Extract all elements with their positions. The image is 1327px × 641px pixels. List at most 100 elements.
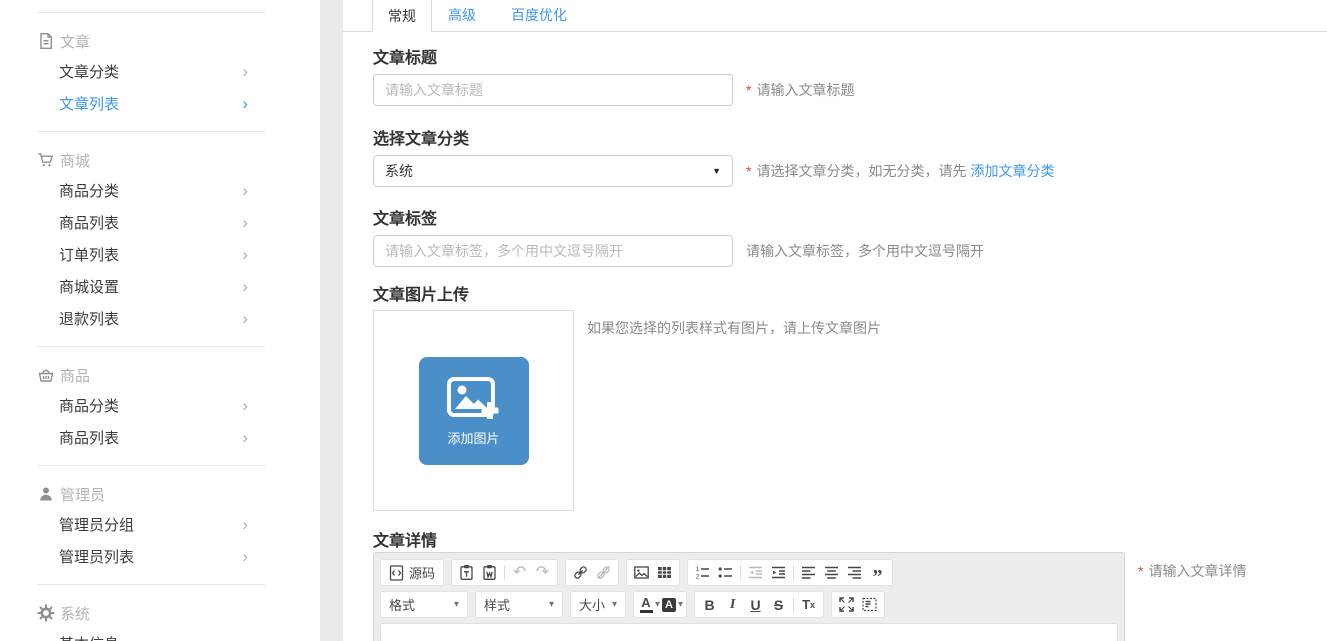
sidebar-item-mall-settings[interactable]: 商城设置 › xyxy=(0,270,320,302)
combo-arrow-icon: ▾ xyxy=(678,599,683,610)
chevron-right-icon: › xyxy=(242,278,248,295)
sidebar-section-product: 商品 xyxy=(0,361,320,389)
article-form: 文章标题 * 请输入文章标题 选择文章分类 系统 ▼ * 请选择文章分类，如无分… xyxy=(343,51,1327,641)
bg-color-icon: A xyxy=(662,598,676,612)
sidebar-item-goods-list[interactable]: 商品列表 › xyxy=(0,206,320,238)
blockquote-button[interactable]: ” xyxy=(866,557,889,588)
insert-table-button[interactable] xyxy=(653,561,676,584)
remove-format-button[interactable]: Tx xyxy=(797,593,820,616)
text-color-icon: A xyxy=(640,596,653,613)
document-icon xyxy=(37,32,55,50)
sidebar-section-article: 文章 xyxy=(0,27,320,55)
article-image-hint: 如果您选择的列表样式有图片，请上传文章图片 xyxy=(587,318,881,338)
chevron-right-icon: › xyxy=(242,548,248,565)
sidebar-item-product-list[interactable]: 商品列表 › xyxy=(0,421,320,453)
maximize-button[interactable] xyxy=(835,593,858,616)
section-label: 商城 xyxy=(60,150,90,171)
align-right-button[interactable] xyxy=(843,561,866,584)
sidebar-section-admin: 管理员 xyxy=(0,480,320,508)
add-image-button[interactable]: 添加图片 xyxy=(419,357,529,465)
main-content: 常规 高级 百度优化 文章标题 * 请输入文章标题 选择文章分类 系统 ▼ xyxy=(343,0,1327,641)
tab-bar: 常规 高级 百度优化 xyxy=(343,0,1327,32)
editor-toolbar-row-1: 源码 xyxy=(380,559,1118,586)
divider xyxy=(37,584,265,585)
chevron-right-icon: › xyxy=(242,63,248,80)
article-category-label: 选择文章分类 xyxy=(373,132,1327,148)
sidebar-section-system: 系统 xyxy=(0,599,320,627)
sidebar-item-article-category[interactable]: 文章分类 › xyxy=(0,55,320,87)
style-combo[interactable]: 样式 ▾ xyxy=(475,591,563,618)
bg-color-button[interactable]: A xyxy=(660,593,678,616)
underline-button[interactable]: U xyxy=(744,593,767,616)
bold-button[interactable]: B xyxy=(698,593,721,616)
bulleted-list-button[interactable] xyxy=(714,561,737,584)
show-blocks-button[interactable] xyxy=(858,593,881,616)
section-label: 管理员 xyxy=(60,484,105,505)
image-upload-dropzone[interactable]: 添加图片 xyxy=(373,310,574,511)
sidebar-section-mall: 商城 xyxy=(0,146,320,174)
required-asterisk: * xyxy=(1138,563,1143,579)
article-detail-label: 文章详情 xyxy=(373,534,1327,550)
tab-general[interactable]: 常规 xyxy=(372,0,432,33)
article-tags-hint: 请输入文章标签，多个用中文逗号隔开 xyxy=(746,241,984,261)
article-title-hint: * 请输入文章标题 xyxy=(746,80,854,100)
align-center-button[interactable] xyxy=(820,561,843,584)
chevron-right-icon: › xyxy=(242,516,248,533)
divider xyxy=(37,465,265,466)
increase-indent-button[interactable] xyxy=(767,561,790,584)
cart-icon xyxy=(37,151,55,169)
editor-content-area[interactable] xyxy=(380,623,1118,641)
divider xyxy=(37,346,265,347)
article-category-select[interactable]: 系统 ▼ xyxy=(373,155,733,187)
sidebar-item-admin-group[interactable]: 管理员分组 › xyxy=(0,508,320,540)
article-category-hint: * 请选择文章分类，如无分类，请先 添加文章分类 xyxy=(746,161,1054,181)
divider xyxy=(37,131,265,132)
sidebar: 文章 文章分类 › 文章列表 › 商城 商品分类 › 商品列表 xyxy=(0,0,320,641)
decrease-indent-button[interactable] xyxy=(744,561,767,584)
page: 文章 文章分类 › 文章列表 › 商城 商品分类 › 商品列表 xyxy=(0,0,1327,641)
unlink-button[interactable] xyxy=(592,561,615,584)
text-color-button[interactable]: A xyxy=(637,593,655,616)
sidebar-item-order-list[interactable]: 订单列表 › xyxy=(0,238,320,270)
italic-button[interactable]: I xyxy=(721,593,744,616)
strikethrough-button[interactable]: S xyxy=(767,593,790,616)
combo-arrow-icon: ▾ xyxy=(612,599,617,610)
link-button[interactable] xyxy=(569,561,592,584)
chevron-right-icon: › xyxy=(242,246,248,263)
sidebar-item-product-category[interactable]: 商品分类 › xyxy=(0,389,320,421)
section-label: 系统 xyxy=(60,603,90,624)
redo-button[interactable]: ↷ xyxy=(531,561,554,584)
tab-advanced[interactable]: 高级 xyxy=(448,0,476,31)
sidebar-item-goods-category[interactable]: 商品分类 › xyxy=(0,174,320,206)
chevron-right-icon: › xyxy=(242,429,248,446)
divider xyxy=(37,12,265,13)
section-label: 商品 xyxy=(60,365,90,386)
svg-text:1: 1 xyxy=(696,566,700,573)
chevron-right-icon: › xyxy=(242,214,248,231)
align-left-button[interactable] xyxy=(797,561,820,584)
article-title-label: 文章标题 xyxy=(373,51,1327,67)
toolbar-separator xyxy=(504,565,505,580)
format-combo[interactable]: 格式 ▾ xyxy=(380,591,468,618)
insert-image-button[interactable] xyxy=(630,561,653,584)
sidebar-item-admin-list[interactable]: 管理员列表 › xyxy=(0,540,320,572)
chevron-right-icon: › xyxy=(242,95,248,112)
chevron-right-icon: › xyxy=(242,397,248,414)
sidebar-item-article-list[interactable]: 文章列表 › xyxy=(0,87,320,119)
article-title-input[interactable] xyxy=(373,74,733,106)
source-code-button[interactable]: 源码 xyxy=(384,561,440,584)
combo-arrow-icon: ▾ xyxy=(454,599,459,610)
sidebar-content-gutter xyxy=(320,0,343,641)
paste-word-button[interactable] xyxy=(478,561,501,584)
sidebar-item-basic-info[interactable]: 基本信息 › xyxy=(0,627,320,641)
sidebar-item-refund-list[interactable]: 退款列表 › xyxy=(0,302,320,334)
size-combo[interactable]: 大小 ▾ xyxy=(570,591,626,618)
numbered-list-button[interactable]: 1 2 xyxy=(691,561,714,584)
article-tags-label: 文章标签 xyxy=(373,212,1327,228)
add-category-link[interactable]: 添加文章分类 xyxy=(970,161,1054,181)
article-tags-input[interactable] xyxy=(373,235,733,267)
required-asterisk: * xyxy=(746,163,751,179)
tab-baidu-seo[interactable]: 百度优化 xyxy=(511,0,567,31)
paste-text-button[interactable] xyxy=(455,561,478,584)
undo-button[interactable]: ↶ xyxy=(508,561,531,584)
